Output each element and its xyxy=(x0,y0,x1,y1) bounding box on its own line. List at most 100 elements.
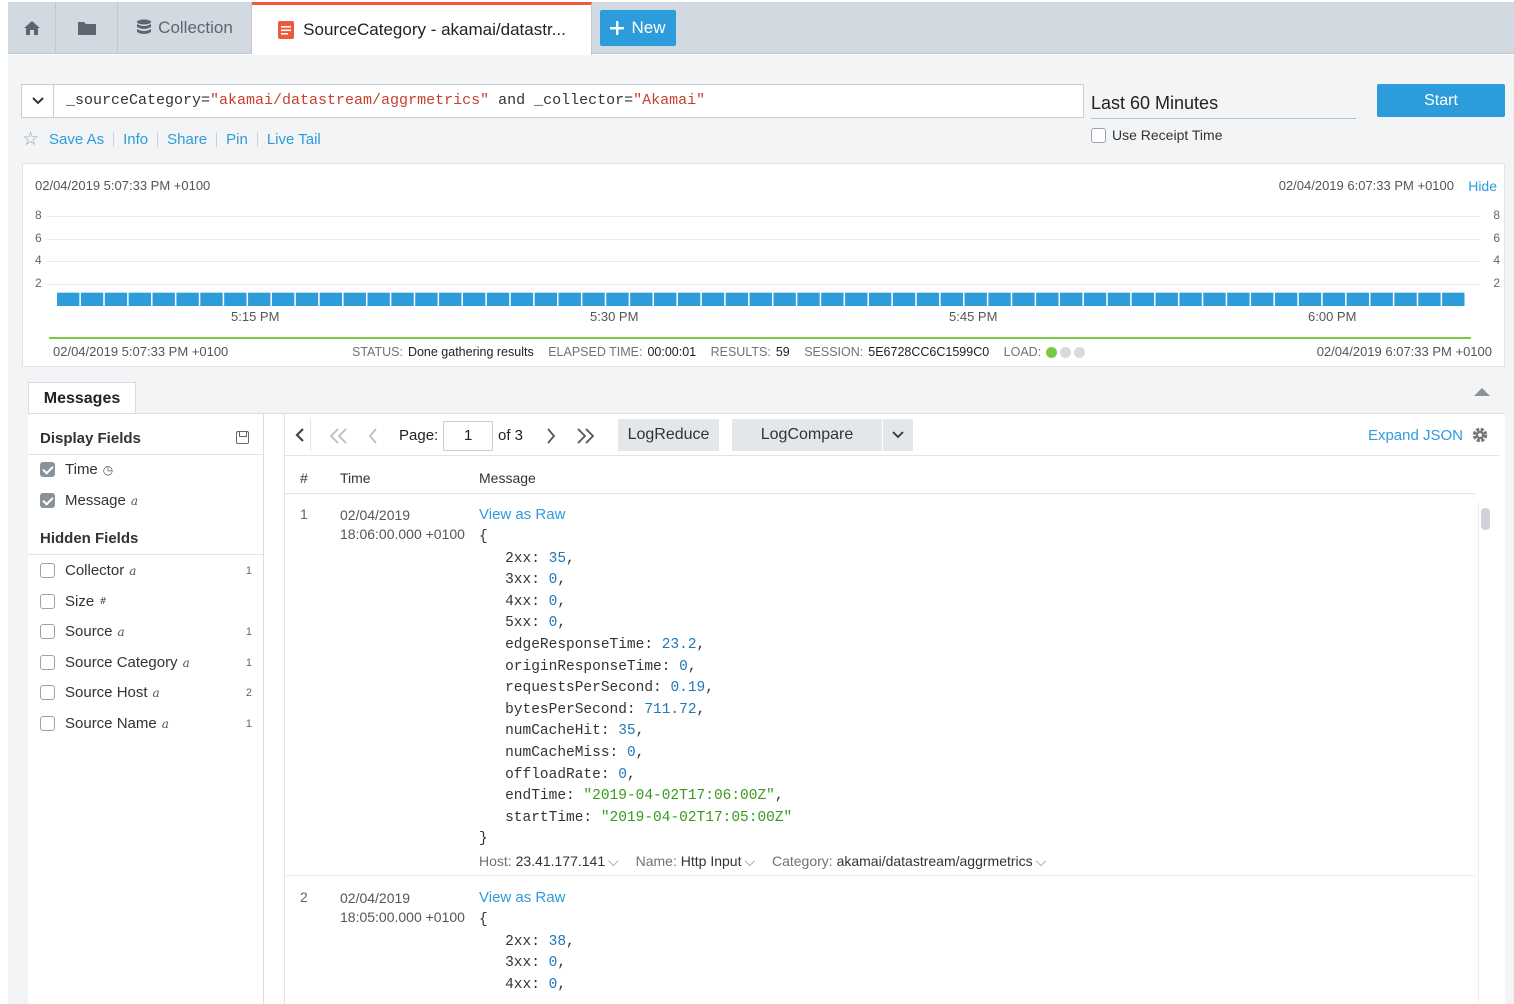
host-value[interactable]: 23.41.177.141 xyxy=(516,853,606,869)
histogram-bar[interactable] xyxy=(1012,292,1035,306)
time-range-picker[interactable]: Last 60 Minutes xyxy=(1091,89,1356,119)
hidden-field-source-name[interactable]: Source Name a 1 xyxy=(40,715,252,732)
histogram-bar[interactable] xyxy=(868,292,892,306)
histogram-bar[interactable] xyxy=(725,292,749,306)
histogram-bar[interactable] xyxy=(773,292,796,306)
histogram-bar[interactable] xyxy=(152,292,175,306)
histogram-bar[interactable] xyxy=(415,292,438,306)
field-checkbox[interactable] xyxy=(40,462,55,477)
histogram-bar[interactable] xyxy=(57,292,80,306)
tab-search-active[interactable]: SourceCategory - akamai/datastr... xyxy=(252,2,592,55)
logcompare-button[interactable]: LogCompare xyxy=(732,419,882,451)
page-number-input[interactable]: 1 xyxy=(443,421,493,451)
star-icon[interactable]: ☆ xyxy=(22,128,39,151)
receipt-time-option[interactable]: Use Receipt Time xyxy=(1091,127,1222,143)
home-tab[interactable] xyxy=(8,2,56,54)
histogram-bar[interactable] xyxy=(988,292,1011,306)
tab-collection[interactable]: Collection xyxy=(118,2,252,54)
histogram-bar[interactable] xyxy=(1227,292,1250,306)
save-icon[interactable] xyxy=(236,431,249,444)
histogram-bar[interactable] xyxy=(486,292,510,306)
histogram-bar[interactable] xyxy=(654,292,677,306)
histogram-bar[interactable] xyxy=(80,292,104,306)
field-checkbox[interactable] xyxy=(40,594,55,609)
histogram-bar[interactable] xyxy=(367,292,390,306)
histogram-bar[interactable] xyxy=(749,292,772,306)
field-checkbox[interactable] xyxy=(40,624,55,639)
query-history-toggle[interactable] xyxy=(22,85,54,117)
histogram-bar[interactable] xyxy=(701,292,725,306)
hidden-field-source-host[interactable]: Source Host a 2 xyxy=(40,684,252,701)
histogram-bar[interactable] xyxy=(248,292,271,306)
hidden-field-source-category[interactable]: Source Category a 1 xyxy=(40,654,252,671)
logreduce-button[interactable]: LogReduce xyxy=(618,419,719,451)
histogram-bar[interactable] xyxy=(916,292,940,306)
prev-page-button[interactable] xyxy=(363,424,383,448)
query-editor[interactable]: _sourceCategory="akamai/datastream/aggrm… xyxy=(21,84,1084,118)
histogram-bar[interactable] xyxy=(391,292,414,306)
view-raw-link[interactable]: View as Raw xyxy=(479,889,575,910)
histogram-bar[interactable] xyxy=(439,292,462,306)
field-checkbox[interactable] xyxy=(40,563,55,578)
field-checkbox[interactable] xyxy=(40,655,55,670)
histogram-bar[interactable] xyxy=(271,292,295,306)
histogram-bar[interactable] xyxy=(677,292,701,306)
name-value[interactable]: Http Input xyxy=(681,853,742,869)
histogram-bar[interactable] xyxy=(1251,292,1274,306)
histogram-bar[interactable] xyxy=(1107,292,1131,306)
new-tab-button[interactable]: New xyxy=(600,10,676,46)
histogram-bar[interactable] xyxy=(582,292,605,306)
histogram-bar[interactable] xyxy=(606,292,629,306)
histogram-bar[interactable] xyxy=(104,292,128,306)
histogram-bar[interactable] xyxy=(1179,292,1202,306)
chevron-down-icon[interactable]: ⌵ xyxy=(1036,853,1047,869)
histogram-bar[interactable] xyxy=(630,292,653,306)
histogram-bar[interactable] xyxy=(1322,292,1346,306)
save-as-link[interactable]: Save As xyxy=(49,131,104,148)
first-page-button[interactable] xyxy=(327,424,351,448)
histogram-bar[interactable] xyxy=(1036,292,1059,306)
histogram-bar[interactable] xyxy=(892,292,916,306)
receipt-time-checkbox[interactable] xyxy=(1091,127,1106,143)
share-link[interactable]: Share xyxy=(167,131,207,148)
view-raw-link[interactable]: View as Raw xyxy=(479,506,1059,527)
col-time[interactable]: Time xyxy=(340,470,371,486)
next-page-button[interactable] xyxy=(541,424,561,448)
histogram-bar[interactable] xyxy=(797,292,820,306)
histogram-bar[interactable] xyxy=(1442,292,1465,306)
last-page-button[interactable] xyxy=(573,424,597,448)
histogram-bar[interactable] xyxy=(821,292,844,306)
histogram-bar[interactable] xyxy=(128,292,152,306)
histogram-bar[interactable] xyxy=(1394,292,1417,306)
scrollbar[interactable] xyxy=(1478,502,1490,1002)
histogram-bar[interactable] xyxy=(462,292,486,306)
histogram-bar[interactable] xyxy=(1155,292,1178,306)
collapse-up-icon[interactable] xyxy=(1474,388,1490,396)
collapse-sidebar-button[interactable] xyxy=(289,419,311,451)
query-text[interactable]: _sourceCategory="akamai/datastream/aggrm… xyxy=(66,92,705,109)
histogram-bar[interactable] xyxy=(1083,292,1107,306)
histogram-bar[interactable] xyxy=(1298,292,1322,306)
chevron-down-icon[interactable]: ⌵ xyxy=(608,853,619,869)
histogram-bar[interactable] xyxy=(343,292,366,306)
histogram-bar[interactable] xyxy=(1060,292,1083,306)
expand-json-link[interactable]: Expand JSON xyxy=(1368,427,1463,444)
start-button[interactable]: Start xyxy=(1377,84,1505,117)
histogram-bar[interactable] xyxy=(845,292,868,306)
hidden-field-source[interactable]: Source a 1 xyxy=(40,623,252,640)
histogram-bar[interactable] xyxy=(964,292,987,306)
histogram-bar[interactable] xyxy=(1418,292,1441,306)
info-link[interactable]: Info xyxy=(123,131,148,148)
category-value[interactable]: akamai/datastream/aggrmetrics xyxy=(837,853,1033,869)
library-tab[interactable] xyxy=(56,2,118,54)
histogram-chart[interactable] xyxy=(23,164,1504,324)
histogram-bar[interactable] xyxy=(224,292,247,306)
pin-link[interactable]: Pin xyxy=(226,131,248,148)
histogram-bar[interactable] xyxy=(295,292,319,306)
field-checkbox[interactable] xyxy=(40,493,55,508)
histogram-bar[interactable] xyxy=(534,292,558,306)
histogram-bar[interactable] xyxy=(1274,292,1298,306)
histogram-bar[interactable] xyxy=(1346,292,1369,306)
histogram-bar[interactable] xyxy=(1370,292,1393,306)
hidden-field-size[interactable]: Size # xyxy=(40,593,252,610)
